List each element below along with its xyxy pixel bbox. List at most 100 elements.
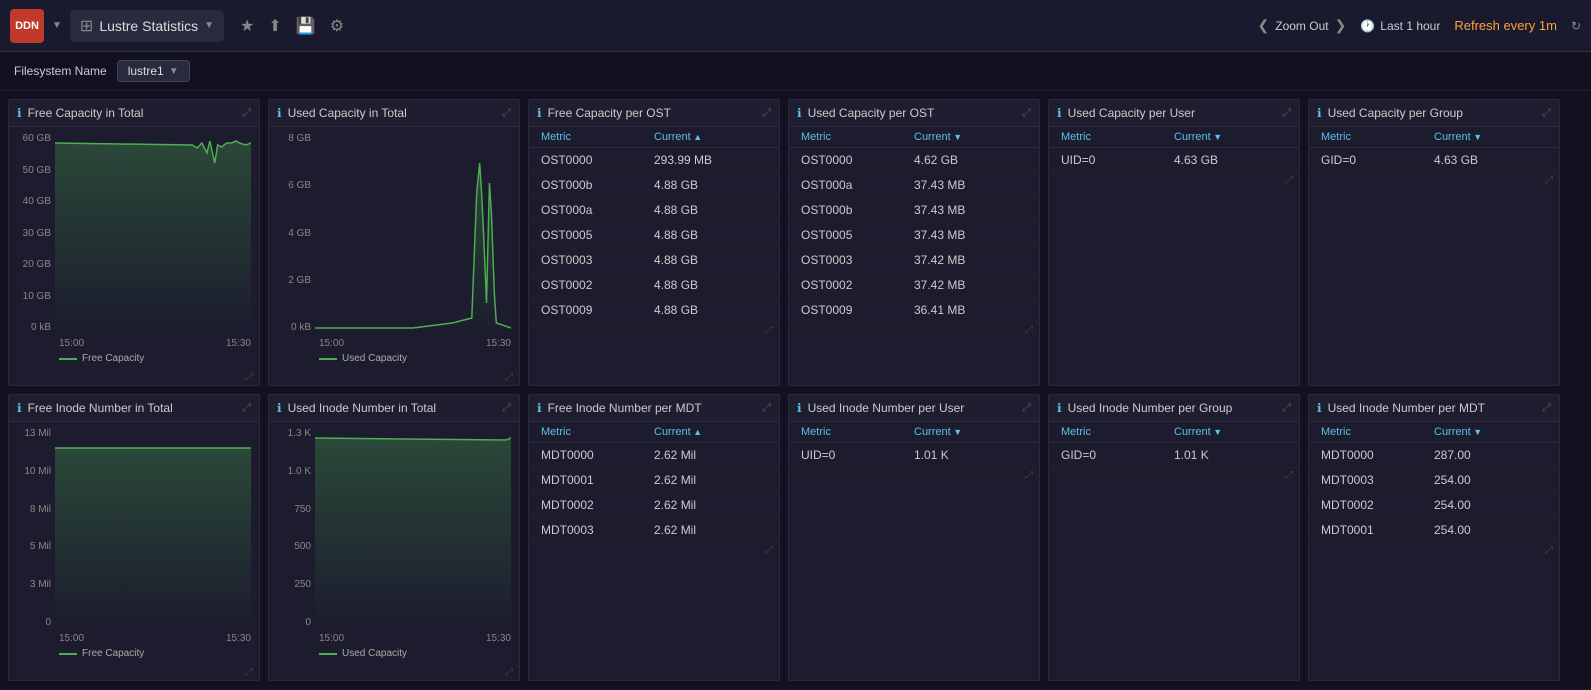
metric-cell: OST0003	[541, 253, 654, 267]
settings-icon[interactable]: ⚙	[330, 16, 344, 36]
panel-expand-icon[interactable]: ⤢	[242, 402, 251, 415]
table-header: Metric Current	[529, 422, 779, 443]
value-cell: 37.43 MB	[914, 178, 1027, 192]
panel-header: ℹ Used Inode Number in Total ⤢	[269, 395, 519, 422]
panel-expand-icon[interactable]: ⤢	[1282, 402, 1291, 415]
panel-expand-icon[interactable]: ⤢	[502, 402, 511, 415]
table-row: UID=0 4.63 GB	[1049, 148, 1299, 173]
col2-header[interactable]: Current	[1174, 426, 1287, 438]
panel-expand-icon[interactable]: ⤢	[1282, 107, 1291, 120]
chart-svg	[55, 428, 251, 628]
filesystem-filter[interactable]: lustre1 ▼	[117, 60, 190, 82]
panel-expand-icon[interactable]: ⤢	[762, 107, 771, 120]
col2-header[interactable]: Current	[1434, 426, 1547, 438]
star-icon[interactable]: ★	[240, 16, 254, 36]
panel-info-icon: ℹ	[537, 401, 542, 415]
table-header: Metric Current	[1049, 127, 1299, 148]
col2-header[interactable]: Current	[654, 426, 767, 438]
col2-header[interactable]: Current	[914, 426, 1027, 438]
value-cell: 254.00	[1434, 523, 1547, 537]
panel-bottom: ⤢	[269, 370, 519, 385]
zoom-right-icon[interactable]: ❯	[1335, 17, 1347, 34]
col1-header[interactable]: Metric	[541, 131, 654, 143]
panel-expand-icon[interactable]: ⤢	[762, 402, 771, 415]
col1-header[interactable]: Metric	[1061, 426, 1174, 438]
col1-header[interactable]: Metric	[801, 426, 914, 438]
refresh-icon[interactable]: ↻	[1571, 19, 1581, 33]
zoom-out-label[interactable]: Zoom Out	[1275, 19, 1328, 33]
chart-container: 13 Mil10 Mil8 Mil5 Mil3 Mil0 15:00 15:30…	[9, 422, 259, 665]
panel-expand-icon[interactable]: ⤢	[1542, 402, 1551, 415]
legend-label: Free Capacity	[82, 353, 144, 364]
panel-bottom: ⤢	[789, 323, 1039, 338]
panel-expand-icon[interactable]: ⤢	[1542, 107, 1551, 120]
value-cell: 37.43 MB	[914, 203, 1027, 217]
chart-legend: Used Capacity	[319, 351, 511, 368]
metric-cell: OST000a	[801, 178, 914, 192]
panel-used-capacity-user: ℹ Used Capacity per User ⤢ Metric Curren…	[1048, 99, 1300, 386]
share-icon[interactable]: ⬆	[268, 16, 281, 36]
value-cell: 254.00	[1434, 498, 1547, 512]
col2-header[interactable]: Current	[654, 131, 767, 143]
metric-cell: OST0005	[541, 228, 654, 242]
panel-title-text: Free Inode Number per MDT	[548, 401, 702, 415]
panel-title-text: Used Inode Number in Total	[288, 401, 437, 415]
panel-info-icon: ℹ	[537, 106, 542, 120]
zoom-left-icon[interactable]: ❮	[1258, 17, 1270, 34]
panel-title-text: Used Capacity per Group	[1328, 106, 1463, 120]
table-row: MDT0003 254.00	[1309, 468, 1559, 493]
panel-info-icon: ℹ	[1317, 106, 1322, 120]
table-row: OST0002 4.88 GB	[529, 273, 779, 298]
save-icon[interactable]: 💾	[296, 16, 316, 36]
panel-title-text: Free Inode Number in Total	[28, 401, 173, 415]
panel-info-icon: ℹ	[797, 106, 802, 120]
app-title-box[interactable]: ⊞ Lustre Statistics ▼	[70, 10, 224, 42]
filesystem-value: lustre1	[128, 64, 164, 78]
value-cell: 4.88 GB	[654, 278, 767, 292]
panel-title-text: Free Capacity in Total	[28, 106, 144, 120]
col1-header[interactable]: Metric	[1321, 131, 1434, 143]
table-row: MDT0003 2.62 Mil	[529, 518, 779, 543]
panel-expand-icon[interactable]: ⤢	[502, 107, 511, 120]
col1-header[interactable]: Metric	[541, 426, 654, 438]
chart-legend: Used Capacity	[319, 646, 511, 663]
chart-container: 1.3 K1.0 K7505002500 15:00 15:30 Used Ca…	[269, 422, 519, 665]
time-info: 🕐 Last 1 hour	[1360, 19, 1440, 33]
table-row: OST0005 4.88 GB	[529, 223, 779, 248]
grid-icon: ⊞	[80, 16, 93, 36]
table-header: Metric Current	[1309, 422, 1559, 443]
panel-bottom: ⤢	[1049, 173, 1299, 188]
chart-xaxis: 15:00 15:30	[59, 336, 251, 351]
panel-expand-icon[interactable]: ⤢	[1022, 107, 1031, 120]
chart-xaxis: 15:00 15:30	[319, 336, 511, 351]
value-cell: 37.42 MB	[914, 278, 1027, 292]
legend-color-line	[319, 358, 337, 360]
metric-cell: OST000b	[541, 178, 654, 192]
table-header: Metric Current	[1049, 422, 1299, 443]
filter-label: Filesystem Name	[14, 64, 107, 78]
col1-header[interactable]: Metric	[1061, 131, 1174, 143]
panel-header: ℹ Used Inode Number per MDT ⤢	[1309, 395, 1559, 422]
legend-color-line	[59, 358, 77, 360]
col1-header[interactable]: Metric	[1321, 426, 1434, 438]
metric-cell: MDT0003	[1321, 473, 1434, 487]
metric-cell: OST0003	[801, 253, 914, 267]
panel-info-icon: ℹ	[797, 401, 802, 415]
col2-header[interactable]: Current	[1174, 131, 1287, 143]
col2-header[interactable]: Current	[914, 131, 1027, 143]
table-row: OST0000 293.99 MB	[529, 148, 779, 173]
value-cell: 4.63 GB	[1434, 153, 1547, 167]
col1-header[interactable]: Metric	[801, 131, 914, 143]
panel-expand-icon[interactable]: ⤢	[242, 107, 251, 120]
panel-title-text: Used Capacity in Total	[288, 106, 407, 120]
panel-expand-icon[interactable]: ⤢	[1022, 402, 1031, 415]
app-menu-arrow[interactable]: ▼	[52, 20, 62, 31]
zoom-controls: ❮ Zoom Out ❯	[1258, 17, 1347, 34]
app-title-text: Lustre Statistics	[99, 18, 198, 34]
value-cell: 36.41 MB	[914, 303, 1027, 317]
chart-svg	[315, 428, 511, 628]
panel-info-icon: ℹ	[277, 106, 282, 120]
col2-header[interactable]: Current	[1434, 131, 1547, 143]
panel-used-inode-user: ℹ Used Inode Number per User ⤢ Metric Cu…	[788, 394, 1040, 681]
table-row: OST0003 37.42 MB	[789, 248, 1039, 273]
